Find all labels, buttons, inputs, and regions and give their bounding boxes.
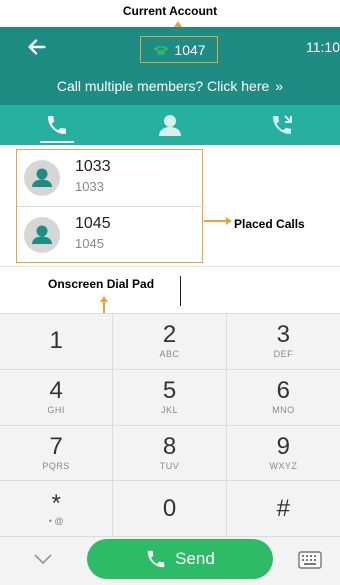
contact-avatar-icon bbox=[32, 168, 52, 187]
key-digit: 8 bbox=[162, 432, 177, 460]
bottom-bar: Send bbox=[0, 537, 340, 585]
current-account[interactable]: 1047 bbox=[140, 36, 218, 63]
key-digit: 4 bbox=[49, 377, 63, 405]
dial-key-0[interactable]: 0 bbox=[113, 481, 227, 537]
call-name: 1045 bbox=[75, 215, 111, 232]
dial-key-2[interactable]: 2 ABC bbox=[113, 314, 227, 370]
placed-calls-list: 1033 1033 1045 1045 bbox=[16, 149, 204, 263]
key-digit: 3 bbox=[276, 321, 290, 349]
dial-pad-arrow-line bbox=[103, 302, 105, 313]
placed-calls-arrow-head bbox=[226, 217, 232, 225]
account-phone-icon bbox=[153, 45, 169, 55]
tab-directory[interactable] bbox=[113, 105, 226, 145]
avatar bbox=[24, 217, 60, 253]
dial-key-9[interactable]: 9 WXYZ bbox=[226, 426, 340, 482]
phone-icon bbox=[47, 116, 66, 134]
key-digit: 7 bbox=[49, 432, 63, 460]
current-account-annotation: Current Account bbox=[122, 4, 218, 18]
call-transfer-icon bbox=[272, 115, 292, 134]
list-item[interactable]: 1033 1033 bbox=[17, 150, 204, 207]
keyboard-icon[interactable] bbox=[298, 551, 322, 569]
key-digit: 0 bbox=[162, 494, 177, 522]
contact-avatar-icon bbox=[32, 225, 52, 244]
dial-key-1[interactable]: 1 bbox=[0, 314, 114, 370]
call-number: 1045 bbox=[75, 236, 104, 251]
onscreen-dial-pad: 1 2 ABC 3 DEF 4 GHI 5 JKL 6 MNO 7 PQRS 8… bbox=[0, 313, 340, 537]
key-letters: WXYZ bbox=[269, 460, 298, 471]
key-digit: 6 bbox=[276, 377, 290, 405]
key-letters: DEF bbox=[273, 349, 294, 360]
dial-key-hash[interactable]: # bbox=[226, 481, 340, 537]
dial-key-7[interactable]: 7 PQRS bbox=[0, 425, 114, 482]
status-clock: 11:10 bbox=[306, 39, 340, 55]
tab-bar bbox=[0, 105, 340, 145]
text-cursor bbox=[180, 276, 181, 306]
tab-active-indicator bbox=[40, 141, 74, 143]
send-button[interactable]: Send bbox=[87, 539, 273, 579]
dial-key-3[interactable]: 3 DEF bbox=[226, 314, 340, 370]
send-label: Send bbox=[175, 549, 215, 568]
key-digit: 9 bbox=[276, 432, 290, 460]
list-item[interactable]: 1045 1045 bbox=[17, 207, 204, 263]
tab-history[interactable] bbox=[0, 105, 113, 145]
key-letters: TUV bbox=[159, 460, 180, 471]
key-digit: 2 bbox=[162, 321, 177, 349]
dial-key-6[interactable]: 6 MNO bbox=[226, 370, 340, 426]
tab-transfer[interactable] bbox=[226, 105, 339, 145]
banner-text: Call multiple members? Click here bbox=[56, 78, 270, 94]
key-letters: GHI bbox=[47, 405, 65, 416]
call-multiple-banner[interactable]: Call multiple members? Click here » bbox=[0, 67, 340, 105]
placed-calls-annotation: Placed Calls bbox=[234, 217, 305, 231]
key-letters: PQRS bbox=[42, 460, 70, 471]
key-letters: JKL bbox=[160, 405, 178, 416]
phone-icon bbox=[147, 550, 165, 568]
dial-pad-annotation: Onscreen Dial Pad bbox=[48, 277, 155, 291]
chevron-down-icon[interactable] bbox=[33, 552, 53, 566]
dial-key-star[interactable]: * • @ bbox=[0, 481, 114, 537]
avatar bbox=[24, 160, 60, 196]
back-arrow-icon[interactable] bbox=[26, 36, 48, 58]
banner-chevron-icon: » bbox=[275, 78, 284, 94]
key-letters: MNO bbox=[272, 405, 295, 416]
key-digit: # bbox=[276, 494, 290, 522]
dial-key-8[interactable]: 8 TUV bbox=[113, 425, 227, 482]
account-number: 1047 bbox=[174, 41, 206, 58]
contact-icon bbox=[158, 115, 181, 136]
placed-calls-arrow-line bbox=[204, 220, 226, 222]
key-digit: 1 bbox=[49, 327, 63, 355]
call-name: 1033 bbox=[75, 158, 111, 175]
key-letters: • @ bbox=[48, 515, 64, 526]
key-letters: ABC bbox=[159, 349, 180, 360]
call-number: 1033 bbox=[75, 179, 104, 194]
dial-key-5[interactable]: 5 JKL bbox=[113, 369, 227, 426]
key-digit: 5 bbox=[162, 377, 177, 405]
dial-key-4[interactable]: 4 GHI bbox=[0, 369, 114, 426]
key-digit: * bbox=[51, 489, 61, 517]
